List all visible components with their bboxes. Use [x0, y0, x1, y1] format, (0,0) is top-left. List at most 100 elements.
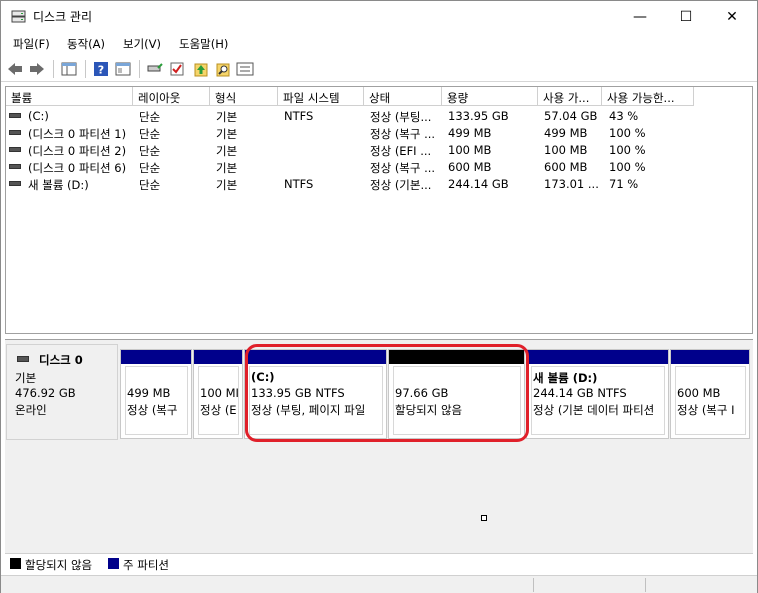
column-header-capacity[interactable]: 용량 — [442, 87, 538, 106]
properties-button[interactable] — [235, 59, 255, 79]
menu-action[interactable]: 동작(A) — [67, 36, 105, 52]
cell-percent-free: 100 % — [609, 160, 646, 174]
disk-size: 476.92 GB — [15, 386, 76, 400]
partition-recovery-1[interactable]: 499 MB 정상 (복구 — [120, 349, 192, 439]
view-icon — [115, 62, 131, 76]
cell-layout: 단순 — [139, 178, 161, 192]
table-row[interactable]: (디스크 0 파티션 2) 단순 기본 정상 (EFI ... 100 MB 1… — [6, 141, 752, 158]
partition-size: 244.14 GB NTFS — [533, 386, 627, 400]
cell-percent-free: 100 % — [609, 143, 646, 157]
partition-recovery-6[interactable]: 600 MB 정상 (복구 I — [670, 349, 750, 439]
partition-body — [675, 366, 746, 435]
up-arrow-icon — [194, 63, 208, 77]
cell-type: 기본 — [216, 144, 238, 158]
column-header-filesystem[interactable]: 파일 시스템 — [278, 87, 364, 106]
forward-icon — [30, 63, 44, 75]
cell-volume: (디스크 0 파티션 6) — [28, 161, 127, 175]
cell-percent-free: 43 % — [609, 109, 639, 123]
close-button[interactable]: ✕ — [709, 1, 755, 32]
cell-capacity: 600 MB — [448, 160, 492, 174]
partition-status: 정상 (E — [200, 403, 237, 417]
window-title: 디스크 관리 — [33, 10, 93, 24]
column-header-percent-free[interactable]: 사용 가능한... — [602, 87, 694, 106]
menu-file[interactable]: 파일(F) — [13, 36, 50, 52]
menu-view[interactable]: 보기(V) — [123, 36, 161, 52]
table-row[interactable]: (디스크 0 파티션 1) 단순 기본 정상 (복구 ... 499 MB 49… — [6, 124, 752, 141]
primary-partition-legend-swatch — [108, 558, 119, 569]
disk-type: 기본 — [15, 371, 37, 385]
partition-d-drive[interactable]: 새 볼륨 (D:) 244.14 GB NTFS 정상 (기본 데이터 파티션 — [526, 349, 669, 439]
minimize-button[interactable]: — — [617, 1, 663, 32]
cell-type: 기본 — [216, 161, 238, 175]
cell-free-space: 600 MB — [544, 160, 588, 174]
table-row[interactable]: 새 볼륨 (D:) 단순 기본 NTFS 정상 (기본... 244.14 GB… — [6, 175, 752, 192]
cell-status: 정상 (복구 ... — [370, 161, 436, 175]
primary-partition-bar — [121, 350, 191, 364]
properties-icon — [236, 62, 254, 76]
primary-partition-bar — [527, 350, 668, 364]
cell-capacity: 100 MB — [448, 143, 492, 157]
volume-list[interactable]: 볼륨 레이아웃 형식 파일 시스템 상태 용량 사용 가... 사용 가능한..… — [5, 86, 753, 334]
maximize-button[interactable]: ☐ — [663, 1, 709, 32]
status-bar — [1, 575, 757, 593]
status-divider — [645, 578, 646, 592]
cell-capacity: 244.14 GB — [448, 177, 509, 191]
volume-icon — [9, 164, 21, 169]
check-button[interactable] — [167, 59, 187, 79]
menu-help[interactable]: 도움말(H) — [179, 36, 228, 52]
cell-type: 기본 — [216, 178, 238, 192]
menu-bar: 파일(F) 동작(A) 보기(V) 도움말(H) — [1, 32, 757, 54]
column-header-volume[interactable]: 볼륨 — [6, 87, 133, 106]
cell-percent-free: 71 % — [609, 177, 639, 191]
volume-icon — [9, 181, 21, 186]
cell-volume: (디스크 0 파티션 1) — [28, 127, 127, 141]
column-header-layout[interactable]: 레이아웃 — [133, 87, 210, 106]
partition-title: 새 볼륨 (D:) — [533, 371, 598, 385]
cell-volume: (C:) — [28, 109, 49, 123]
cell-volume: 새 볼륨 (D:) — [28, 178, 89, 192]
partition-size: 499 MB — [127, 386, 171, 400]
toolbar-separator — [53, 60, 54, 78]
view-button[interactable] — [113, 59, 133, 79]
disk-management-icon — [11, 10, 26, 23]
search-button[interactable] — [213, 59, 233, 79]
volume-icon — [9, 147, 21, 152]
back-icon — [8, 63, 22, 75]
cell-layout: 단순 — [139, 144, 161, 158]
cell-free-space: 499 MB — [544, 126, 588, 140]
help-button[interactable]: ? — [91, 59, 111, 79]
cell-status: 정상 (복구 ... — [370, 127, 436, 141]
disk-status: 온라인 — [15, 403, 47, 417]
primary-partition-bar — [194, 350, 242, 364]
console-tree-icon — [61, 62, 77, 76]
column-header-free-space[interactable]: 사용 가... — [538, 87, 602, 106]
disk-info-panel[interactable]: 디스크 0 기본 476.92 GB 온라인 — [6, 344, 118, 440]
toolbar-separator — [139, 60, 140, 78]
partition-body — [198, 366, 239, 435]
up-button[interactable] — [191, 59, 211, 79]
back-button[interactable] — [5, 59, 25, 79]
connect-disk-button[interactable] — [145, 59, 165, 79]
disk-icon — [17, 356, 29, 362]
forward-button[interactable] — [27, 59, 47, 79]
partition-efi[interactable]: 100 MI 정상 (E — [193, 349, 243, 439]
volume-icon — [9, 130, 21, 135]
legend: 할당되지 않음 주 파티션 — [5, 553, 753, 573]
table-row[interactable]: (디스크 0 파티션 6) 단순 기본 정상 (복구 ... 600 MB 60… — [6, 158, 752, 175]
cell-layout: 단순 — [139, 161, 161, 175]
cell-type: 기본 — [216, 127, 238, 141]
legend-label-unallocated: 할당되지 않음 — [25, 558, 93, 572]
partition-status: 정상 (복구 — [127, 403, 178, 417]
partition-body — [125, 366, 188, 435]
maximize-icon: ☐ — [679, 8, 693, 25]
check-icon — [170, 62, 184, 76]
column-header-status[interactable]: 상태 — [364, 87, 442, 106]
column-header-type[interactable]: 형식 — [210, 87, 278, 106]
table-row[interactable]: (C:) 단순 기본 NTFS 정상 (부팅... 133.95 GB 57.0… — [6, 107, 752, 124]
svg-text:?: ? — [98, 64, 104, 77]
cell-layout: 단순 — [139, 127, 161, 141]
red-highlight-annotation — [245, 344, 529, 442]
cell-free-space: 100 MB — [544, 143, 588, 157]
partition-size: 100 MI — [200, 386, 239, 400]
console-tree-button[interactable] — [59, 59, 79, 79]
